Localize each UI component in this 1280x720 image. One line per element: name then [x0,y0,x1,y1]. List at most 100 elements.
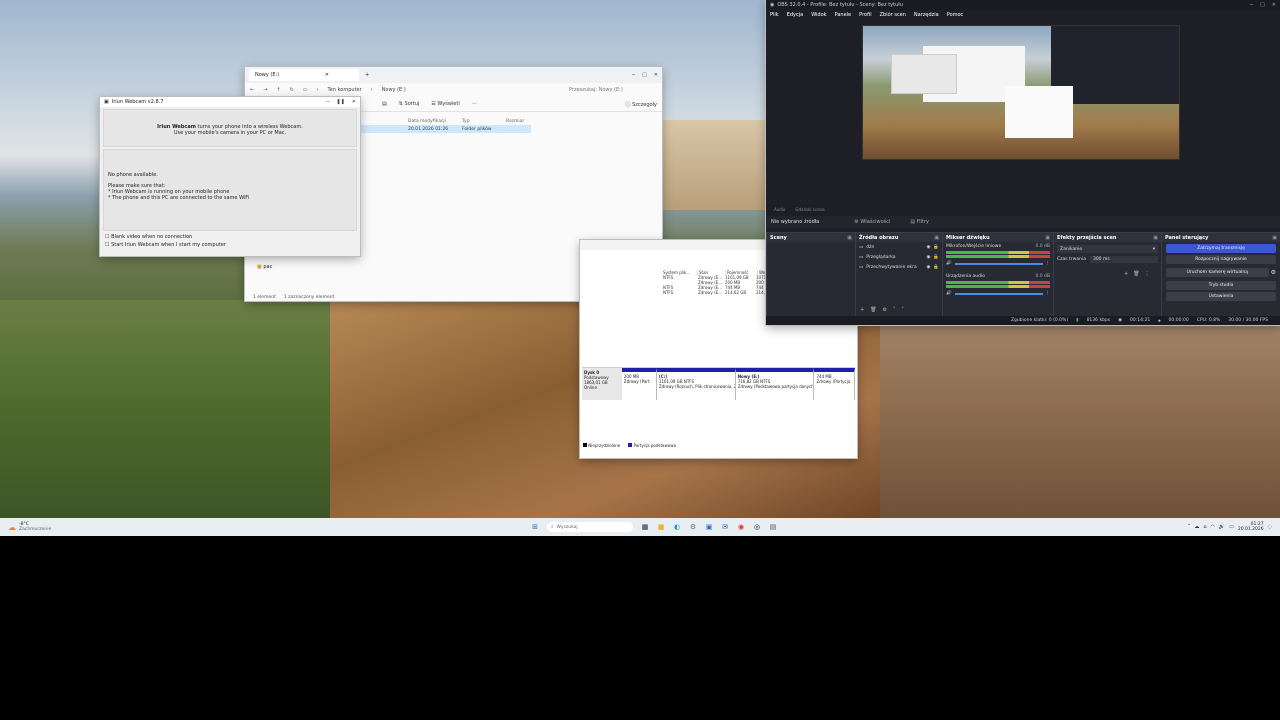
clock[interactable]: 01:27 20.01.2026 [1238,522,1264,532]
explorer-tab[interactable]: Nowy (E:) ✕ [249,69,359,81]
cloud-icon[interactable]: ☁ [1194,524,1199,530]
volume-icon[interactable]: 🔊 [1219,524,1225,530]
new-tab-button[interactable]: + [365,72,369,78]
more-icon[interactable]: ⋮ [1145,271,1150,277]
gear-icon[interactable]: ⚙ [883,307,887,313]
chevron-up-icon[interactable]: ˄ [1188,524,1191,530]
breadcrumb-pc[interactable]: Ten komputer [328,87,362,93]
dock-menu-icon[interactable]: ▣ [847,235,852,241]
breadcrumb-drive[interactable]: Nowy (E:) [382,87,406,93]
dock-menu-icon[interactable]: ▣ [1045,235,1050,241]
eye-icon[interactable]: ◉ [926,255,930,260]
details-button[interactable]: ⓘ Szczegóły [626,101,657,108]
maximize-icon[interactable]: □ [642,72,647,78]
start-button[interactable]: ⊞ [530,522,540,532]
wifi-icon[interactable]: ◠ [1211,524,1215,530]
battery-icon[interactable]: ▭ [1229,524,1234,530]
task-view-icon[interactable]: ▦ [640,522,650,532]
forward-icon[interactable]: → [263,87,267,93]
col-size[interactable]: Rozmiar [506,119,524,124]
edge-icon[interactable]: ◐ [672,522,682,532]
partition-block[interactable]: 200 MB Zdrowy (Part [621,368,657,400]
close-icon[interactable]: ✕ [654,72,658,78]
obs-menu-item[interactable]: Widok [811,12,826,18]
eye-icon[interactable]: ◉ [926,245,930,250]
studio-mode-button[interactable]: Tryb studia [1166,281,1276,290]
chrome-icon[interactable]: ◉ [736,522,746,532]
close-tab-icon[interactable]: ✕ [325,72,329,78]
move-down-icon[interactable]: ˅ [902,307,905,313]
close-icon[interactable]: ✕ [352,99,356,105]
sidebar-item-pac[interactable]: ■ pac [257,264,272,270]
delete-icon[interactable]: 🗑 [1133,271,1139,277]
dock-menu-icon[interactable]: ▣ [934,235,939,241]
network-icon[interactable]: ⌂ [1203,524,1206,530]
duration-input[interactable]: 300 ms [1089,256,1158,263]
settings-button[interactable]: Ustawienia [1166,292,1276,301]
file-explorer-icon[interactable]: ■ [656,522,666,532]
view-button[interactable]: ☰ Wyświetl [431,101,459,107]
pause-icon[interactable]: ❚❚ [336,99,344,105]
filters-button[interactable]: ▤ Filtry [910,219,929,225]
delete-icon[interactable]: ▤ [382,101,387,107]
minimize-icon[interactable]: ─ [326,99,329,105]
col-date[interactable]: Data modyfikacji [408,119,462,124]
add-icon[interactable]: + [1124,271,1128,277]
move-up-icon[interactable]: ˄ [893,307,896,313]
stop-stream-button[interactable]: Zatrzymaj transmisję [1166,244,1276,253]
store-icon[interactable]: ▣ [704,522,714,532]
sort-button[interactable]: ⇅ Sortuj [399,101,420,107]
file-row[interactable]: 20.01.2026 01:26 Folder plików [360,125,531,133]
lock-icon[interactable]: 🔒 [933,255,939,260]
more-icon[interactable]: ⋮ [1046,261,1051,266]
blank-video-checkbox[interactable]: ☐ Blank video when no connection [105,233,355,241]
search-input[interactable]: Przeszukaj: Nowy (E:) [569,87,649,93]
obs-menu-item[interactable]: Narzędzia [914,12,939,18]
gear-icon[interactable]: ⚙ [1271,269,1276,276]
lock-icon[interactable]: 🔒 [933,265,939,270]
minimize-icon[interactable]: ─ [1250,2,1253,8]
obs-menu-item[interactable]: Profil [859,12,871,18]
obs-menu-item[interactable]: Pomoc [947,12,964,18]
weather-widget[interactable]: ☁ -8°C Zachmurzenie [8,522,51,532]
obs-menu-item[interactable]: Plik [770,12,779,18]
source-item[interactable]: ▭ Przechwytywanie ekra ◉ 🔒 [856,262,942,272]
partition-block[interactable]: Nowy (E:) 716,82 GB NTFS Zdrowy (Podstawow… [735,368,815,400]
back-icon[interactable]: ← [250,87,254,93]
volume-slider[interactable] [954,292,1043,295]
dock-menu-icon[interactable]: ▣ [1153,235,1158,241]
volume-slider[interactable] [954,262,1043,265]
dock-menu-icon[interactable]: ▣ [1272,235,1277,241]
up-icon[interactable]: ↑ [276,87,280,93]
properties-button[interactable]: ⚙ Właściwości [854,219,890,225]
eye-icon[interactable]: ◉ [926,265,930,270]
source-item[interactable]: ▭ dźn ◉ 🔒 [856,242,942,252]
virtual-camera-button[interactable]: Uruchom kamerę wirtualną [1166,268,1269,277]
speaker-icon[interactable]: 🔊 [946,261,952,266]
col-type[interactable]: Typ [462,119,506,124]
settings-app-icon[interactable]: ⚙ [688,522,698,532]
obs-menu-item[interactable]: Edycja [787,12,804,18]
obs-taskbar-icon[interactable]: ◎ [752,522,762,532]
partition-block[interactable]: (C:) 1161,09 GB NTFS Zdrowy (Rozruch, Plik… [656,368,736,400]
more-button[interactable]: ··· [472,101,477,107]
search-box[interactable]: ⌕ Wyszukaj [547,522,633,532]
obs-menu-item[interactable]: Zbiór scen [880,12,906,18]
source-item[interactable]: ▭ Przeglądarka ◉ 🔒 [856,252,942,262]
maximize-icon[interactable]: □ [1260,2,1265,8]
delete-icon[interactable]: 🗑 [870,307,876,313]
disk-management-icon[interactable]: ▤ [768,522,778,532]
autostart-checkbox[interactable]: ☐ Start Iriun Webcam when I start my com… [105,241,355,249]
minimize-icon[interactable]: ─ [632,72,635,78]
outlook-icon[interactable]: ✉ [720,522,730,532]
add-icon[interactable]: + [860,307,864,313]
lock-icon[interactable]: 🔒 [933,245,939,250]
start-recording-button[interactable]: Rozpocznij nagrywanie [1166,255,1276,264]
obs-menu-item[interactable]: Panele [835,12,852,18]
notification-icon[interactable]: ◌ [1268,524,1272,530]
partition-block[interactable]: 744 MB Zdrowy (Partycja [814,368,855,400]
more-icon[interactable]: ⋮ [1046,291,1051,296]
close-icon[interactable]: ✕ [1272,2,1276,8]
transition-select[interactable]: Zanikanie ▾ [1057,245,1158,253]
speaker-icon[interactable]: 🔊 [946,291,952,296]
